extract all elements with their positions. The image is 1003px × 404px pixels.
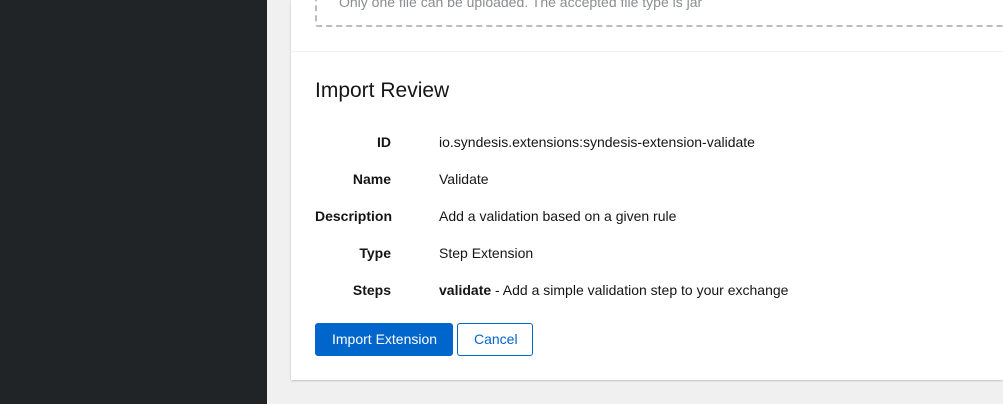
detail-label: Description [315, 208, 393, 224]
detail-row-type: Type Step Extension [315, 239, 975, 276]
detail-value: validate - Add a simple validation step … [439, 280, 788, 300]
import-extension-card: Only one file can be uploaded. The accep… [291, 0, 1003, 380]
detail-row-description: Description Add a validation based on a … [315, 202, 975, 239]
detail-value: Step Extension [439, 245, 534, 261]
file-dropzone[interactable]: Only one file can be uploaded. The accep… [315, 0, 1003, 27]
import-extension-button[interactable]: Import Extension [315, 323, 453, 356]
section-divider [291, 51, 1003, 52]
step-description: - Add a simple validation step to your e… [491, 282, 789, 298]
cancel-button[interactable]: Cancel [457, 323, 533, 356]
dropzone-hint: Only one file can be uploaded. The accep… [339, 0, 703, 10]
review-details: ID io.syndesis.extensions:syndesis-exten… [315, 128, 975, 313]
detail-label: Type [359, 245, 391, 261]
step-name: validate [439, 282, 492, 298]
detail-value: io.syndesis.extensions:syndesis-extensio… [439, 134, 755, 150]
detail-label: Steps [352, 282, 391, 298]
detail-label: Name [352, 171, 391, 187]
detail-row-steps: Steps validate - Add a simple validation… [315, 276, 975, 313]
detail-value: Add a validation based on a given rule [439, 208, 677, 224]
detail-label: ID [377, 134, 391, 150]
detail-row-name: Name Validate [315, 165, 975, 202]
import-review-title: Import Review [315, 79, 450, 102]
sidebar [0, 0, 267, 404]
detail-value: Validate [439, 171, 489, 187]
detail-row-id: ID io.syndesis.extensions:syndesis-exten… [315, 128, 975, 165]
